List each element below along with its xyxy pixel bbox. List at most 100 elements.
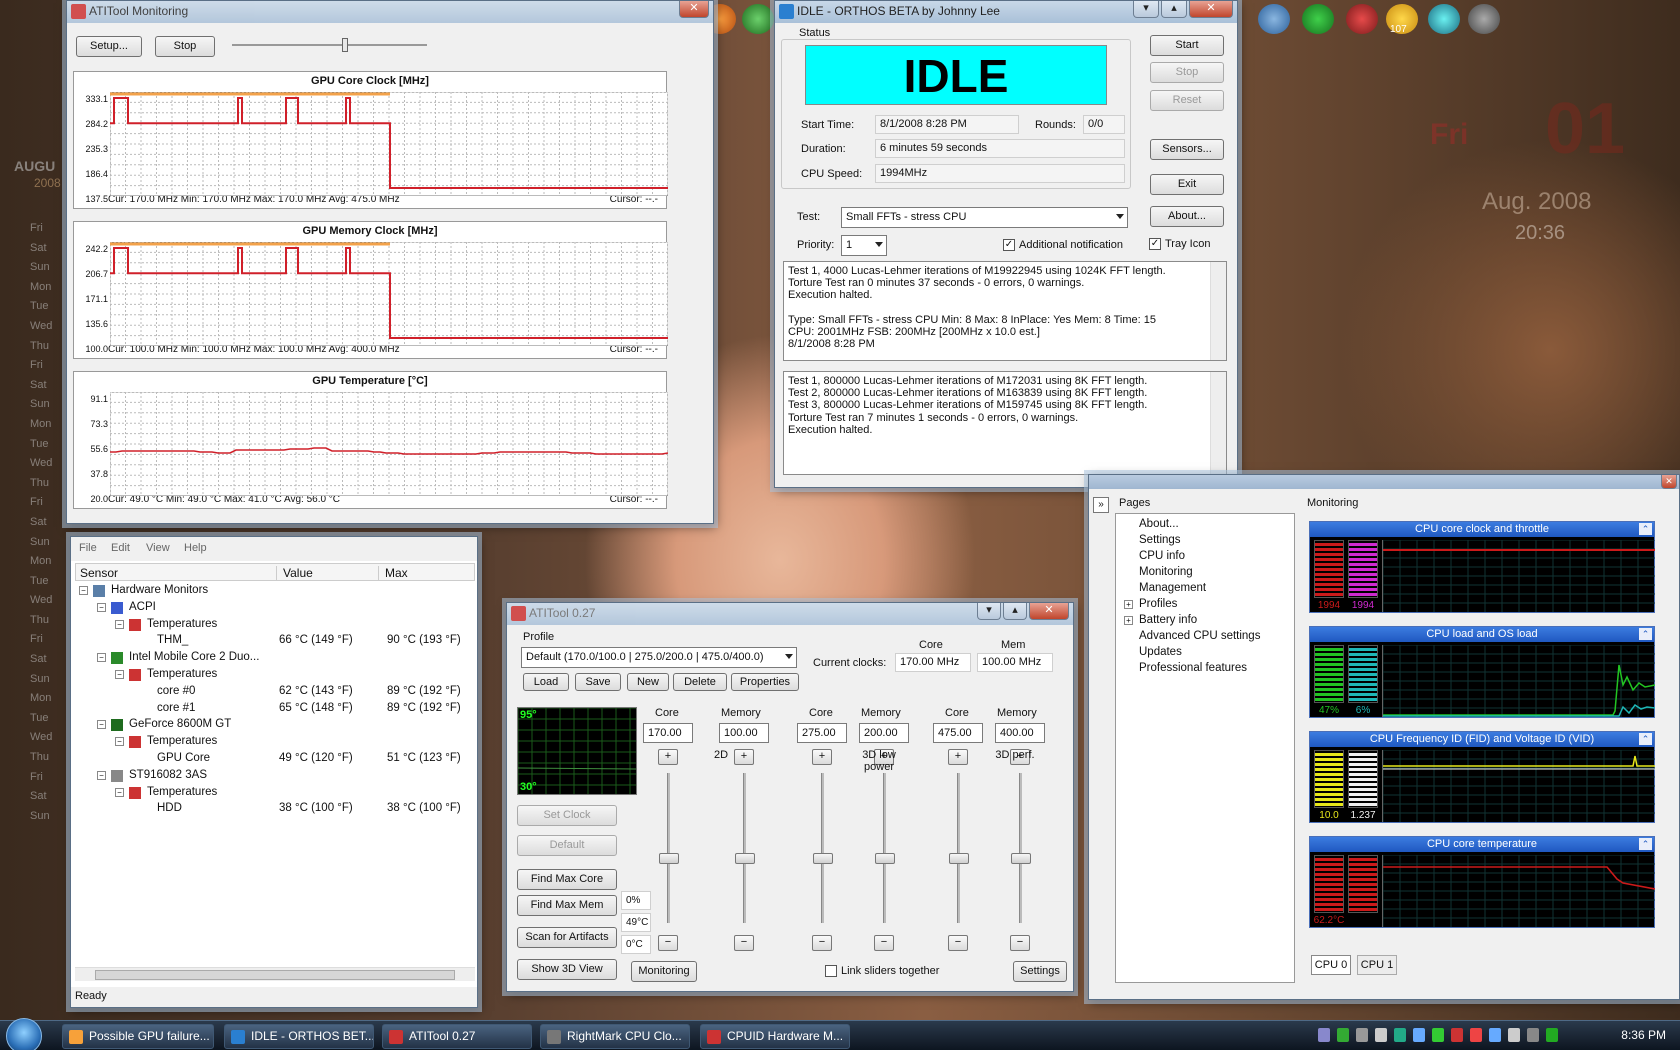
minimize-button[interactable]: ▾ xyxy=(977,603,1001,620)
tray-icon[interactable] xyxy=(1508,1028,1520,1042)
slider-thumb[interactable] xyxy=(813,853,833,864)
maximize-button[interactable]: ▴ xyxy=(1003,603,1027,620)
expand-icon[interactable]: + xyxy=(1124,600,1133,609)
taskbar-clock[interactable]: 8:36 PM xyxy=(1621,1028,1666,1042)
stop-button[interactable]: Stop xyxy=(155,36,215,57)
monitoring-button[interactable]: Monitoring xyxy=(631,961,697,982)
column-sensor[interactable]: Sensor xyxy=(80,566,118,580)
page-item[interactable]: + Battery info xyxy=(1124,614,1197,626)
table-row[interactable]: − Intel Mobile Core 2 Duo... xyxy=(79,650,467,666)
page-item[interactable]: Updates xyxy=(1124,646,1182,658)
mem-clock-input-2[interactable]: 400.00 xyxy=(995,723,1045,743)
atitool-monitoring-titlebar[interactable]: ATITool Monitoring xyxy=(67,1,713,23)
table-row[interactable]: HDD 38 °C (100 °F) 38 °C (100 °F) xyxy=(79,801,467,817)
sensor-tree[interactable]: − Hardware Monitors − ACPI − Temperatures THM_… xyxy=(79,583,475,913)
cpu-tab-1[interactable]: CPU 1 xyxy=(1357,955,1397,975)
slider-thumb[interactable] xyxy=(949,853,969,864)
menu-edit[interactable]: Edit xyxy=(111,542,130,554)
taskbar-button[interactable]: Possible GPU failure... xyxy=(62,1024,214,1049)
expand-icon[interactable]: + xyxy=(1124,616,1133,625)
page-item[interactable]: Professional features xyxy=(1124,662,1247,674)
mem-clock-input-1[interactable]: 200.00 xyxy=(859,723,909,743)
cpu-tab-0[interactable]: CPU 0 xyxy=(1311,955,1351,975)
zoom-slider-thumb[interactable] xyxy=(342,38,348,52)
pages-toggle-button[interactable]: » xyxy=(1093,497,1109,513)
page-item[interactable]: About... xyxy=(1124,518,1179,530)
tray-icon[interactable] xyxy=(1489,1028,1501,1042)
slider-thumb[interactable] xyxy=(735,853,755,864)
minimize-button[interactable]: ▾ xyxy=(1133,1,1159,18)
increase-button[interactable]: + xyxy=(812,749,832,765)
collapse-icon[interactable]: − xyxy=(97,770,106,780)
core-clock-input-2[interactable]: 475.00 xyxy=(933,723,983,743)
battery-icon[interactable] xyxy=(1428,4,1460,34)
menu-file[interactable]: File xyxy=(79,542,97,554)
tray-icon[interactable] xyxy=(1451,1028,1463,1042)
table-row[interactable]: − ST916082 3AS xyxy=(79,768,467,784)
sensors-button[interactable]: Sensors... xyxy=(1150,139,1224,160)
taskbar-button[interactable]: IDLE - ORTHOS BET... xyxy=(224,1024,374,1049)
table-row[interactable]: core #0 62 °C (143 °F) 89 °C (192 °F) xyxy=(79,684,467,700)
decrease-button[interactable]: − xyxy=(874,935,894,951)
link-sliders-checkbox[interactable] xyxy=(825,965,837,977)
table-row[interactable]: − Temperatures xyxy=(79,617,467,633)
monitor-panel-header[interactable]: CPU core clock and throttle ⌃ xyxy=(1310,522,1654,537)
tray-icon[interactable] xyxy=(1375,1028,1387,1042)
start-button[interactable]: Start xyxy=(1150,35,1224,56)
tray-icon-checkbox[interactable]: ✓ xyxy=(1149,238,1161,250)
close-button[interactable]: ✕ xyxy=(679,1,709,18)
table-row[interactable]: − Temperatures xyxy=(79,667,467,683)
collapse-icon[interactable]: − xyxy=(97,602,106,612)
mem-slider-0[interactable] xyxy=(735,773,755,923)
menu-help[interactable]: Help xyxy=(184,542,207,554)
slider-thumb[interactable] xyxy=(1011,853,1031,864)
tray-icon[interactable] xyxy=(1318,1028,1330,1042)
default-button[interactable]: Default xyxy=(517,835,617,856)
collapse-icon[interactable]: ⌃ xyxy=(1639,733,1652,745)
tray-icon[interactable] xyxy=(1356,1028,1368,1042)
increase-button[interactable]: + xyxy=(948,749,968,765)
monitor-panel-header[interactable]: CPU core temperature ⌃ xyxy=(1310,837,1654,852)
tray-icon[interactable] xyxy=(1432,1028,1444,1042)
column-max[interactable]: Max xyxy=(378,566,408,580)
exit-button[interactable]: Exit xyxy=(1150,174,1224,195)
close-button[interactable]: ✕ xyxy=(1029,603,1069,620)
slider-thumb[interactable] xyxy=(875,853,895,864)
slider-thumb[interactable] xyxy=(659,853,679,864)
find-max-mem-button[interactable]: Find Max Mem xyxy=(517,895,617,916)
collapse-icon[interactable]: − xyxy=(115,787,124,797)
new-button[interactable]: New xyxy=(627,673,669,691)
cpu2-log[interactable]: Test 1, 800000 Lucas-Lehmer iterations o… xyxy=(783,371,1227,475)
taskbar-button[interactable]: RightMark CPU Clo... xyxy=(540,1024,690,1049)
profile-select[interactable]: Default (170.0/100.0 | 275.0/200.0 | 475… xyxy=(521,647,797,668)
graph-plot[interactable] xyxy=(110,392,668,496)
tray-icon[interactable] xyxy=(1546,1028,1558,1042)
collapse-icon[interactable]: − xyxy=(115,737,124,747)
orb-icon[interactable] xyxy=(1468,4,1500,34)
delete-button[interactable]: Delete xyxy=(673,673,727,691)
core-clock-input-1[interactable]: 275.00 xyxy=(797,723,847,743)
page-item[interactable]: + Profiles xyxy=(1124,598,1177,610)
start-button[interactable] xyxy=(6,1018,42,1050)
table-row[interactable]: THM_ 66 °C (149 °F) 90 °C (193 °F) xyxy=(79,633,467,649)
close-button[interactable]: ✕ xyxy=(1661,475,1677,489)
menu-view[interactable]: View xyxy=(146,542,170,554)
mem-slider-1[interactable] xyxy=(875,773,895,923)
taskbar-button[interactable]: ATITool 0.27 xyxy=(382,1024,532,1049)
mem-slider-2[interactable] xyxy=(1011,773,1031,923)
properties-button[interactable]: Properties xyxy=(731,673,799,691)
collapse-icon[interactable]: − xyxy=(97,653,106,663)
tray-icon[interactable] xyxy=(1413,1028,1425,1042)
test-select[interactable]: Small FFTs - stress CPU xyxy=(841,207,1128,228)
collapse-icon[interactable]: ⌃ xyxy=(1639,523,1652,535)
additional-notification-checkbox[interactable]: ✓ xyxy=(1003,239,1015,251)
table-row[interactable]: − ACPI xyxy=(79,600,467,616)
tray-icon[interactable] xyxy=(1337,1028,1349,1042)
table-row[interactable]: core #1 65 °C (148 °F) 89 °C (192 °F) xyxy=(79,701,467,717)
page-item[interactable]: Settings xyxy=(1124,534,1181,546)
tray-icon[interactable] xyxy=(1394,1028,1406,1042)
table-row[interactable]: − Temperatures xyxy=(79,785,467,801)
core-slider-0[interactable] xyxy=(659,773,679,923)
scrollbar-thumb[interactable] xyxy=(95,970,455,980)
decrease-button[interactable]: − xyxy=(658,935,678,951)
